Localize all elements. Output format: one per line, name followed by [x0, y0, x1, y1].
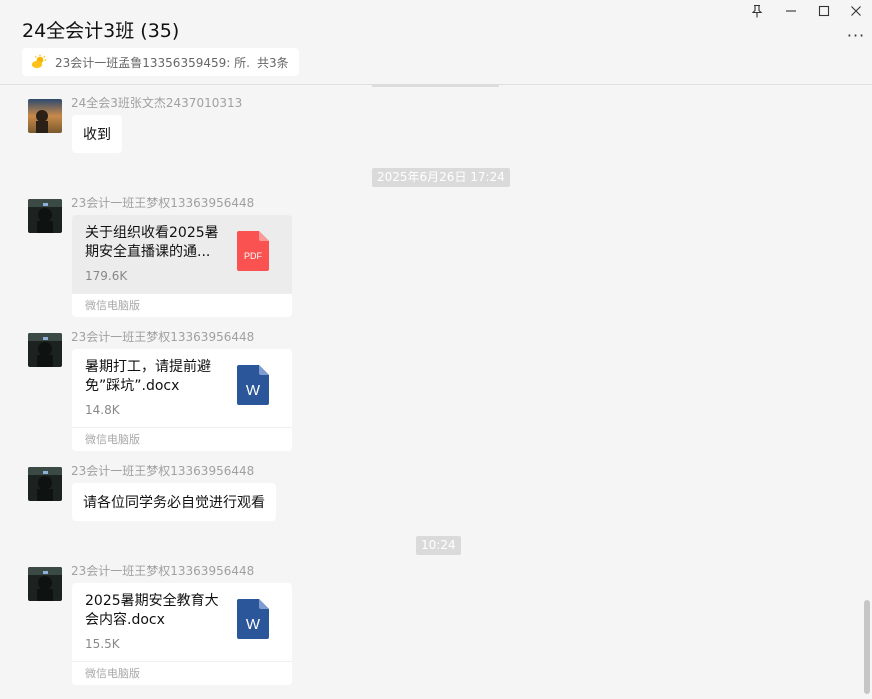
sun-cloud-icon — [31, 54, 47, 69]
avatar[interactable] — [28, 333, 62, 367]
file-message-card[interactable]: 暑期打工，请提前避免”踩坑”.docx 14.8K W 微信电脑版 — [72, 349, 292, 451]
minimize-icon — [786, 10, 796, 12]
word-file-icon: W — [237, 365, 269, 405]
pinned-message-text: 23会计一班孟鲁13356359459: 所... — [55, 55, 249, 70]
vertical-scrollbar[interactable] — [864, 600, 870, 694]
more-icon: ··· — [846, 26, 866, 45]
svg-text:PDF: PDF — [244, 251, 263, 261]
file-message-card[interactable]: 关于组织收看2025暑期安全直播课的通... 179.6K PDF 微信电脑版 — [72, 215, 292, 317]
chat-header: 24全会计3班 (35) ··· 23会计一班孟鲁13356359459: 所.… — [0, 0, 872, 85]
chat-title: 24全会计3班 (35) — [22, 20, 180, 42]
previous-time-separator-edge — [372, 84, 499, 87]
avatar[interactable] — [28, 567, 62, 601]
minimize-button[interactable] — [780, 2, 802, 20]
pin-icon — [751, 4, 763, 18]
file-name: 暑期打工，请提前避免”踩坑”.docx — [85, 359, 211, 394]
close-icon — [851, 6, 861, 16]
pinned-message-bar[interactable]: 23会计一班孟鲁13356359459: 所... 共3条 — [22, 48, 299, 76]
avatar[interactable] — [28, 99, 62, 133]
file-name: 2025暑期安全教育大会内容.docx — [85, 593, 219, 628]
sender-name: 23会计一班王梦权13363956448 — [71, 464, 255, 478]
maximize-button[interactable] — [813, 2, 835, 20]
file-source-label: 微信电脑版 — [72, 427, 292, 451]
message-list[interactable]: 24全会3班张文杰2437010313 收到 2025年6月26日 17:24 … — [0, 84, 872, 699]
file-size: 179.6K — [85, 269, 128, 283]
text-message-bubble[interactable]: 收到 — [72, 115, 122, 153]
time-separator: 10:24 — [416, 536, 461, 555]
pinned-count: 共3条 — [257, 55, 289, 70]
avatar[interactable] — [28, 467, 62, 501]
file-size: 14.8K — [85, 403, 120, 417]
sender-name: 23会计一班王梦权13363956448 — [71, 196, 255, 210]
sender-name: 23会计一班王梦权13363956448 — [71, 330, 255, 344]
file-source-label: 微信电脑版 — [72, 661, 292, 685]
svg-text:W: W — [246, 382, 261, 399]
word-file-icon: W — [237, 599, 269, 639]
text-message-bubble[interactable]: 请各位同学务必自觉进行观看 — [72, 483, 276, 521]
file-name: 关于组织收看2025暑期安全直播课的通... — [85, 225, 219, 260]
more-options-button[interactable]: ··· — [846, 26, 866, 45]
maximize-icon — [818, 5, 830, 17]
pdf-file-icon: PDF — [237, 231, 269, 271]
sender-name: 23会计一班王梦权13363956448 — [71, 564, 255, 578]
sender-name: 24全会3班张文杰2437010313 — [71, 96, 243, 110]
time-separator: 2025年6月26日 17:24 — [372, 168, 510, 187]
avatar[interactable] — [28, 199, 62, 233]
close-button[interactable] — [845, 2, 867, 20]
file-message-card[interactable]: 2025暑期安全教育大会内容.docx 15.5K W 微信电脑版 — [72, 583, 292, 685]
file-source-label: 微信电脑版 — [72, 293, 292, 317]
pin-window-button[interactable] — [746, 2, 768, 20]
file-size: 15.5K — [85, 637, 120, 651]
svg-text:W: W — [246, 616, 261, 633]
